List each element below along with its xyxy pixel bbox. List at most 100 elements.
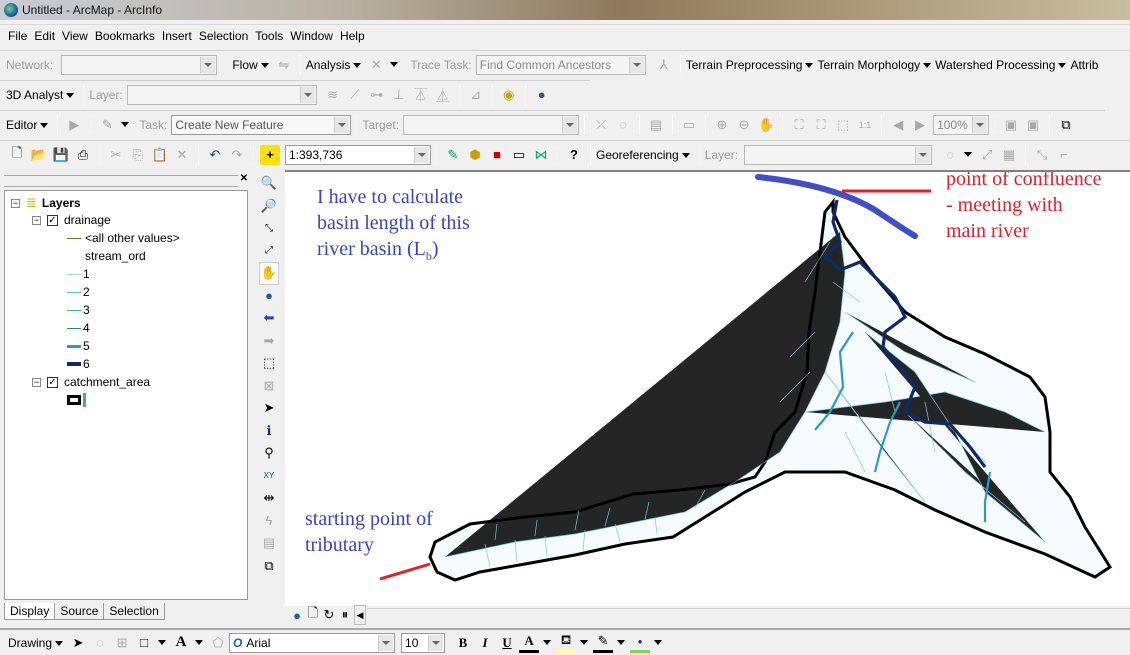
cut-icon[interactable]: ✂ xyxy=(106,145,126,165)
rectangle-icon[interactable]: □ xyxy=(134,633,154,653)
data-view-icon[interactable]: ● xyxy=(290,605,304,625)
add-data-icon[interactable]: + xyxy=(260,144,280,165)
layer-checkbox[interactable]: ✓ xyxy=(47,376,58,388)
tab-display[interactable]: Display xyxy=(4,603,56,620)
fill-color-icon[interactable]: ⛾ xyxy=(556,632,577,653)
contour-icon[interactable]: ≋ xyxy=(323,85,343,105)
new-document-icon[interactable]: 🗋 xyxy=(7,145,27,165)
identify-icon[interactable]: ℹ xyxy=(259,420,279,443)
task-combo[interactable]: Create New Feature xyxy=(171,114,352,135)
toc-root-layers[interactable]: − ≣ Layers xyxy=(11,195,81,211)
toc-layer-catchment-area[interactable]: − ✓ catchment_area xyxy=(32,374,150,390)
layout-zoom-in-icon[interactable]: ⊕ xyxy=(712,115,732,135)
edit-vertices-icon[interactable]: ⬠ xyxy=(208,633,228,653)
horizontal-scrollbar[interactable] xyxy=(367,608,1130,622)
fixed-zoom-in-icon[interactable]: ⛶ xyxy=(789,115,809,135)
georef-rotate-icon[interactable]: ◌ xyxy=(940,145,960,165)
open-icon[interactable]: 📂 xyxy=(29,145,49,165)
font-combo[interactable]: O Arial xyxy=(229,632,396,653)
sketch-properties-icon[interactable]: ▭ xyxy=(679,115,699,135)
zoom-out-icon[interactable]: 🔎 xyxy=(259,195,279,218)
collapse-icon[interactable]: − xyxy=(11,198,20,208)
arcscene-icon[interactable]: ◉ xyxy=(499,85,519,105)
terrain-preprocessing-menu[interactable]: Terrain Preprocessing xyxy=(686,58,818,72)
georef-layer-combo[interactable] xyxy=(744,144,933,165)
go-to-xy-icon[interactable]: XY xyxy=(259,465,279,488)
analysis-menu[interactable]: Analysis xyxy=(306,58,366,72)
tab-source[interactable]: Source xyxy=(54,603,105,620)
select-elements-icon[interactable]: ➤ xyxy=(68,633,88,653)
attributes-menu[interactable]: Attrib xyxy=(1070,58,1098,72)
redo-icon[interactable]: ↷ xyxy=(227,145,247,165)
layout-forward-icon[interactable]: ▶ xyxy=(910,115,930,135)
editor-toolbar-icon[interactable]: ✎ xyxy=(443,145,463,165)
measure-icon[interactable]: ⇹ xyxy=(259,487,279,510)
solve-icon[interactable]: ⅄ xyxy=(654,55,674,75)
view-link-table-icon[interactable]: ▦ xyxy=(999,145,1019,165)
menu-tools[interactable]: Tools xyxy=(255,29,283,43)
interpolate-polygon-icon[interactable]: ⏅ xyxy=(433,85,453,105)
3d-analyst-menu[interactable]: 3D Analyst xyxy=(6,88,78,102)
georef-scale-icon[interactable]: ⤡ xyxy=(1032,145,1052,165)
select-elements-icon[interactable]: ➤ xyxy=(259,397,279,420)
save-icon[interactable]: 💾 xyxy=(51,145,71,165)
arccatalog-icon[interactable]: ⬢ xyxy=(465,145,485,165)
paste-icon[interactable]: 📋 xyxy=(150,145,170,165)
select-features-icon[interactable]: ⬚ xyxy=(259,352,279,375)
clear-selection-icon[interactable]: ⊠ xyxy=(259,375,279,398)
pan-icon[interactable]: ✋ xyxy=(259,262,279,285)
tab-selection[interactable]: Selection xyxy=(103,603,165,620)
collapse-icon[interactable]: − xyxy=(32,215,41,225)
whats-this-icon[interactable]: ? xyxy=(564,145,584,165)
delete-icon[interactable]: ✕ xyxy=(172,145,192,165)
marker-color-icon[interactable]: • xyxy=(630,633,651,653)
zoom-in-icon[interactable]: 🔍 xyxy=(259,172,279,195)
add-flag-icon[interactable]: ✕ xyxy=(366,55,386,75)
edit-tool-icon[interactable]: ▶ xyxy=(64,115,84,135)
modelbuilder-icon[interactable]: ⋈ xyxy=(531,145,551,165)
profile-graph-icon[interactable]: ⊿ xyxy=(466,85,486,105)
toc-close-icon[interactable]: ✕ xyxy=(238,173,250,185)
drawing-menu[interactable]: Drawing xyxy=(8,636,67,650)
line-color-icon[interactable]: ✎ xyxy=(593,633,614,653)
flow-menu[interactable]: Flow xyxy=(232,58,272,72)
hyperlink-icon[interactable]: ϟ xyxy=(259,510,279,533)
line-of-sight-icon[interactable]: ⊶ xyxy=(367,85,387,105)
bold-button[interactable]: B xyxy=(453,633,473,653)
pause-drawing-icon[interactable]: ⏸ xyxy=(338,605,352,625)
layout-zoom-out-icon[interactable]: ⊖ xyxy=(734,115,754,135)
fixed-zoom-in-icon[interactable]: ⤡ xyxy=(259,217,279,240)
arcglobe-icon[interactable]: ● xyxy=(532,85,552,105)
interpolate-line-icon[interactable]: ⏄ xyxy=(411,85,431,105)
toc-grip[interactable] xyxy=(4,175,238,187)
arctoolbox-icon[interactable]: ■ xyxy=(487,145,507,165)
3d-layer-combo[interactable] xyxy=(126,84,317,105)
focus-data-frame-icon[interactable]: ▣ xyxy=(1023,115,1043,135)
font-size-combo[interactable]: 10 xyxy=(401,632,446,653)
text-icon[interactable]: A xyxy=(171,633,191,653)
toggle-draft-icon[interactable]: ▣ xyxy=(1001,115,1021,135)
zoom-100-icon[interactable]: 1:1 xyxy=(855,115,875,135)
copy-icon[interactable]: ⎘ xyxy=(128,145,148,165)
scroll-left-icon[interactable]: ◀ xyxy=(354,605,366,625)
editor-menu[interactable]: Editor xyxy=(6,118,52,132)
rotate-icon[interactable]: ◌ xyxy=(90,633,110,653)
layout-view-icon[interactable]: 🗋 xyxy=(306,605,320,625)
menu-bookmarks[interactable]: Bookmarks xyxy=(95,29,155,43)
sketch-tool-icon[interactable]: ✎ xyxy=(97,115,117,135)
layer-checkbox[interactable]: ✓ xyxy=(47,214,58,226)
command-line-icon[interactable]: ▭ xyxy=(509,145,529,165)
undo-icon[interactable]: ↶ xyxy=(205,145,225,165)
menu-view[interactable]: View xyxy=(62,29,88,43)
georef-shift-icon[interactable]: ⌐ xyxy=(1054,145,1074,165)
create-viewer-window-icon[interactable]: ⧉ xyxy=(259,555,279,578)
forward-extent-icon[interactable]: ➡ xyxy=(259,330,279,353)
terrain-morphology-menu[interactable]: Terrain Morphology xyxy=(817,58,935,72)
menu-help[interactable]: Help xyxy=(340,29,365,43)
italic-button[interactable]: I xyxy=(475,633,495,653)
layout-pan-icon[interactable]: ✋ xyxy=(756,115,776,135)
back-extent-icon[interactable]: ⬅ xyxy=(259,307,279,330)
flow-direction-icon[interactable]: ⇋ xyxy=(274,55,294,75)
menu-window[interactable]: Window xyxy=(290,29,333,43)
map-scale-combo[interactable]: 1:393,736 xyxy=(285,144,431,165)
